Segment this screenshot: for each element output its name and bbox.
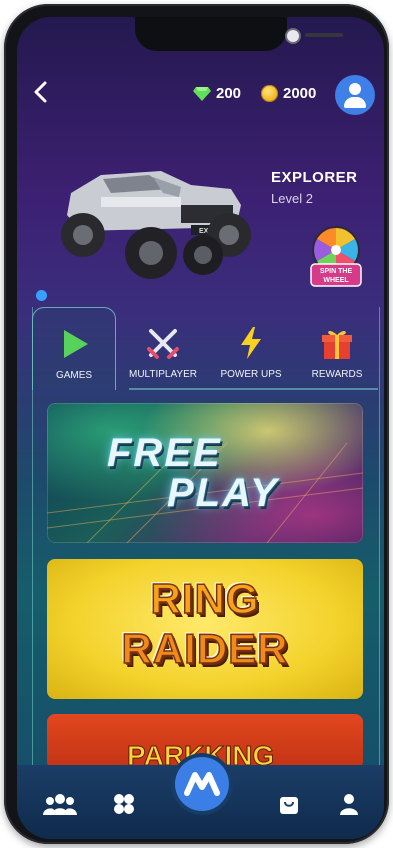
explorer-car-image: EXPLORER (61, 171, 251, 279)
lightning-icon (241, 327, 261, 359)
tab-power-ups-label: POWER UPS (220, 369, 282, 380)
gems-count: 200 (216, 85, 242, 102)
free-play-title-line1: FREE (107, 431, 222, 475)
coin-icon (261, 85, 278, 102)
earpiece-speaker (305, 33, 343, 37)
ring-raider-title-line2: RAIDER (121, 624, 289, 673)
vehicle-level: Level 2 (271, 191, 313, 206)
spin-label-line1: SPIN THE (320, 268, 353, 275)
gems-counter: 200 (193, 85, 241, 102)
home-button[interactable] (175, 757, 229, 811)
bluetooth-icon (36, 290, 47, 301)
app-screen: 200 2000 EXPLORER Level 2 SPIN THE WHEEL… (17, 17, 384, 839)
tab-rewards[interactable]: REWARDS (296, 307, 378, 389)
shop-icon[interactable] (279, 793, 299, 815)
home-logo-icon (184, 772, 220, 796)
coins-counter: 2000 (261, 85, 316, 102)
free-play-card[interactable]: FREE PLAY (47, 403, 363, 543)
profile-avatar-button[interactable] (335, 75, 375, 115)
bottom-navigation (17, 757, 384, 839)
tab-games-label: GAMES (55, 370, 93, 381)
spin-the-wheel-button[interactable]: SPIN THE WHEEL (307, 224, 365, 290)
community-icon[interactable] (43, 793, 77, 815)
back-button[interactable] (29, 79, 55, 105)
free-play-title-line2: PLAY (167, 471, 279, 515)
tab-multiplayer[interactable]: MULTIPLAYER (122, 307, 204, 389)
tab-underline (129, 388, 378, 390)
ring-raider-card[interactable]: RING RAIDER (47, 559, 363, 699)
gift-icon (322, 330, 352, 359)
phone-frame: 200 2000 EXPLORER Level 2 SPIN THE WHEEL… (4, 4, 389, 844)
avatar-shoulders (344, 97, 366, 108)
tab-power-ups[interactable]: POWER UPS (210, 307, 292, 389)
spin-label-line2: WHEEL (323, 277, 349, 284)
vehicle-name: EXPLORER (271, 169, 358, 186)
avatar-head (349, 83, 361, 95)
tab-rewards-label: REWARDS (311, 369, 363, 380)
ring-raider-title-line1: RING (150, 574, 260, 623)
front-camera (285, 28, 301, 44)
prize-wheel-icon: SPIN THE WHEEL (310, 226, 362, 287)
coins-count: 2000 (283, 85, 317, 102)
tab-games[interactable]: GAMES (32, 307, 116, 390)
notch (135, 17, 343, 51)
grid-icon[interactable] (113, 793, 135, 815)
play-icon (64, 330, 88, 358)
tab-multiplayer-label: MULTIPLAYER (129, 369, 197, 380)
tab-bar: GAMES MULTIPLAYER POWER UPS REWARDS (32, 307, 378, 390)
profile-icon[interactable] (339, 793, 359, 815)
crossed-swords-icon (147, 329, 179, 359)
chevron-left-icon (34, 81, 47, 103)
gem-icon (193, 86, 211, 101)
